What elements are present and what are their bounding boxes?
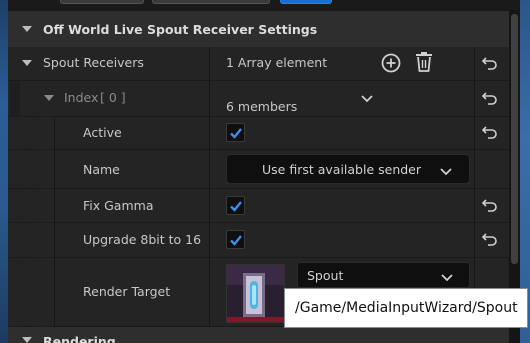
fix-gamma-label: Fix Gamma [83,198,154,213]
toolbar-button[interactable] [60,0,144,4]
add-circle-icon[interactable] [380,52,402,77]
toolbar-button[interactable] [152,0,270,4]
background-strip-left [0,0,8,343]
members-count-value: 6 members [226,99,298,114]
index-label: Index [64,90,99,105]
chevron-down-icon [439,165,453,180]
reset-arrow-icon[interactable] [482,198,498,212]
render-target-thumbnail-icon [227,265,284,322]
triangle-down-icon[interactable] [22,337,32,343]
checkmark-icon [230,201,242,212]
reset-arrow-icon[interactable] [482,91,498,105]
array-count-value: 1 Array element [226,55,328,70]
scrollbar-thumb[interactable] [511,14,518,264]
name-dropdown[interactable]: Use first available sender [226,154,470,184]
spout-receivers-label: Spout Receivers [43,55,144,70]
asset-thumbnail[interactable] [226,264,285,323]
section-title: Off World Live Spout Receiver Settings [43,22,318,37]
chevron-down-icon [440,271,454,286]
asset-path-tooltip: /Game/MediaInputWizard/Spout [284,288,528,328]
render-target-dropdown[interactable]: Spout [297,262,470,288]
triangle-down-icon[interactable] [44,95,54,101]
trash-icon[interactable] [414,51,434,76]
triangle-down-icon[interactable] [22,60,32,66]
upgrade-label: Upgrade 8bit to 16 [83,232,202,247]
chevron-down-icon[interactable] [360,92,374,107]
checkmark-icon [230,128,242,139]
render-target-label: Render Target [83,284,171,299]
rendering-section-title: Rendering [43,334,116,343]
active-label: Active [83,125,122,140]
reset-arrow-icon[interactable] [482,232,498,246]
name-label: Name [83,162,120,177]
toolbar-primary-button[interactable] [280,0,332,4]
fix-gamma-checkbox[interactable] [226,196,245,215]
index-number: [ 0 ] [100,90,126,105]
name-dropdown-value: Use first available sender [262,162,422,177]
reset-arrow-icon[interactable] [482,56,498,70]
reset-arrow-icon[interactable] [482,125,498,139]
column-separator [474,47,475,327]
triangle-down-icon[interactable] [22,26,32,32]
checkmark-icon [230,235,242,246]
upgrade-checkbox[interactable] [226,230,245,249]
render-target-value: Spout [307,268,344,283]
column-separator [209,47,210,327]
active-checkbox[interactable] [226,123,245,142]
column-separator [54,116,55,327]
